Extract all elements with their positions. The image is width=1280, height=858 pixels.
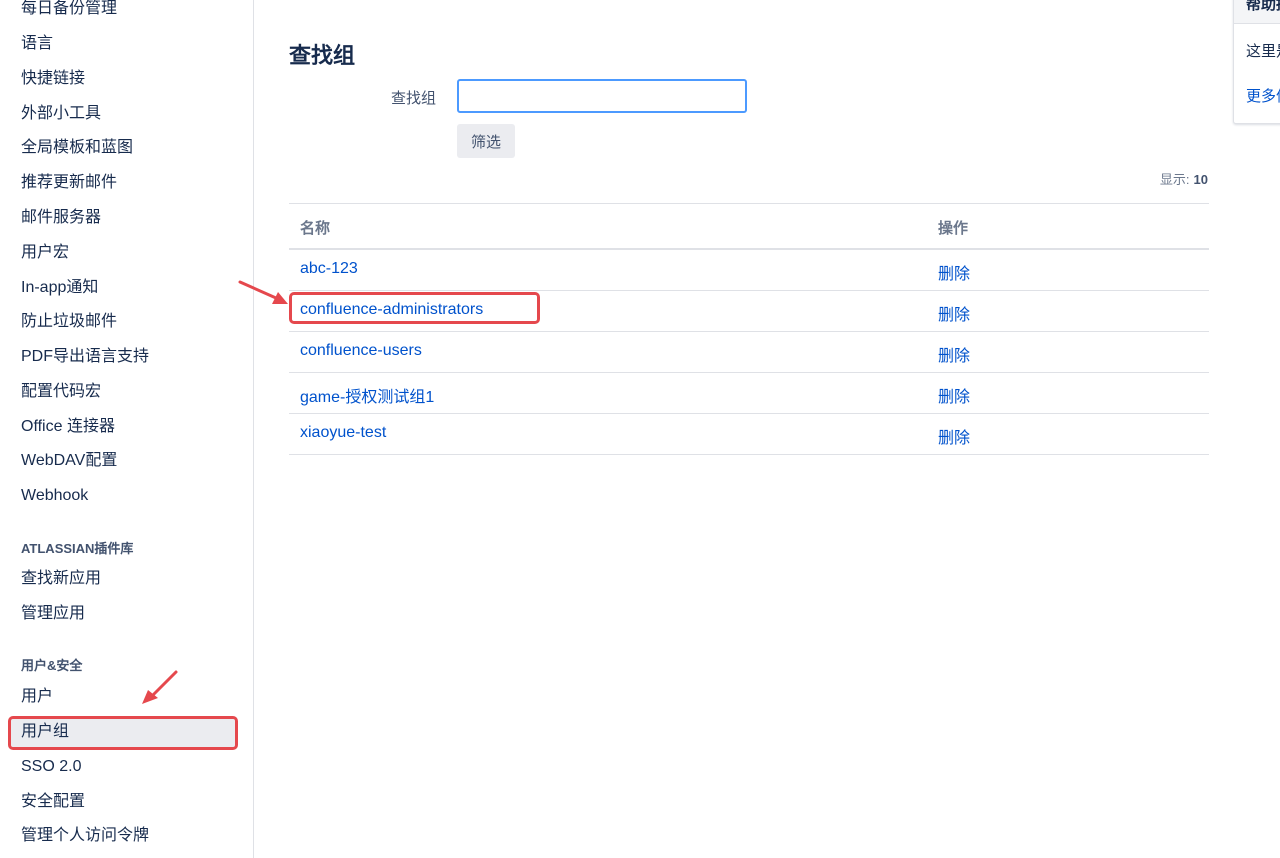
group-name-link[interactable]: abc-123	[300, 260, 358, 278]
sidebar-item-find-apps[interactable]: 查找新应用	[21, 569, 101, 589]
search-label: 查找组	[391, 90, 437, 107]
table-header: 名称 操作	[289, 204, 1209, 250]
show-label: 显示:	[1159, 172, 1190, 187]
sidebar-item-webhook[interactable]: Webhook	[21, 486, 88, 506]
annotation-arrow-table	[238, 280, 288, 304]
annotation-arrow-sidebar	[142, 670, 178, 704]
filter-button[interactable]: 筛选	[457, 124, 515, 158]
sidebar-item-manage-apps[interactable]: 管理应用	[21, 604, 85, 624]
help-more-link[interactable]: 更多信息	[1246, 85, 1280, 106]
table-row: xiaoyue-test 删除	[289, 414, 1209, 455]
sidebar-item-office-connector[interactable]: Office 连接器	[21, 417, 115, 437]
sidebar-item-daily-backup[interactable]: 每日备份管理	[21, 0, 117, 19]
table-row: confluence-users 删除	[289, 332, 1209, 373]
sidebar-item-pdf-export-language[interactable]: PDF导出语言支持	[21, 347, 149, 367]
column-header-name: 名称	[300, 220, 331, 237]
show-count-value[interactable]: 10	[1194, 172, 1208, 187]
table-row: abc-123 删除	[289, 250, 1209, 291]
sidebar-item-spam-prevention[interactable]: 防止垃圾邮件	[21, 312, 117, 332]
help-panel-text: 这里是	[1246, 43, 1280, 60]
column-header-action: 操作	[938, 220, 969, 237]
help-tips-panel: 帮助提示 这里是 更多信息	[1233, 0, 1280, 124]
delete-link[interactable]: 删除	[938, 301, 970, 325]
help-panel-title: 帮助提示	[1246, 0, 1280, 13]
sidebar-item-shortcut-links[interactable]: 快捷链接	[21, 69, 85, 89]
groups-table: 名称 操作 abc-123 删除 confluence-administrato…	[289, 203, 1209, 455]
sidebar-item-groups[interactable]: 用户组	[21, 722, 69, 742]
sidebar-item-personal-access-tokens[interactable]: 管理个人访问令牌	[21, 826, 149, 846]
admin-sidebar: 每日备份管理 语言 快捷链接 外部小工具 全局模板和蓝图 推荐更新邮件 邮件服务…	[0, 0, 254, 858]
sidebar-item-user-macros[interactable]: 用户宏	[21, 243, 69, 263]
sidebar-item-external-gadgets[interactable]: 外部小工具	[21, 104, 101, 124]
sidebar-item-security-config[interactable]: 安全配置	[21, 792, 85, 812]
group-name-link[interactable]: game-授权测试组1	[300, 383, 434, 407]
sidebar-item-sso[interactable]: SSO 2.0	[21, 757, 81, 777]
page-size-indicator: 显示: 10	[1160, 169, 1208, 188]
sidebar-heading-marketplace: ATLASSIAN插件库	[21, 541, 134, 556]
delete-link[interactable]: 删除	[938, 260, 970, 284]
group-name-link[interactable]: xiaoyue-test	[300, 424, 386, 442]
group-name-link[interactable]: confluence-users	[300, 342, 422, 360]
sidebar-heading-security: 用户&安全	[21, 658, 83, 673]
sidebar-item-recommended-updates[interactable]: 推荐更新邮件	[21, 173, 117, 193]
sidebar-item-users[interactable]: 用户	[21, 687, 53, 707]
delete-link[interactable]: 删除	[938, 342, 970, 366]
page-title: 查找组	[289, 43, 356, 68]
sidebar-item-language[interactable]: 语言	[21, 34, 53, 54]
sidebar-item-webdav[interactable]: WebDAV配置	[21, 451, 117, 471]
table-row: game-授权测试组1 删除	[289, 373, 1209, 414]
group-search-input[interactable]	[457, 79, 747, 113]
delete-link[interactable]: 删除	[938, 424, 970, 448]
sidebar-item-mail-servers[interactable]: 邮件服务器	[21, 208, 101, 228]
sidebar-item-global-templates[interactable]: 全局模板和蓝图	[21, 138, 133, 158]
sidebar-item-code-macro[interactable]: 配置代码宏	[21, 382, 101, 402]
sidebar-item-in-app-notifications[interactable]: In-app通知	[21, 278, 98, 298]
annotation-highlight-box	[289, 292, 540, 324]
delete-link[interactable]: 删除	[938, 383, 970, 407]
